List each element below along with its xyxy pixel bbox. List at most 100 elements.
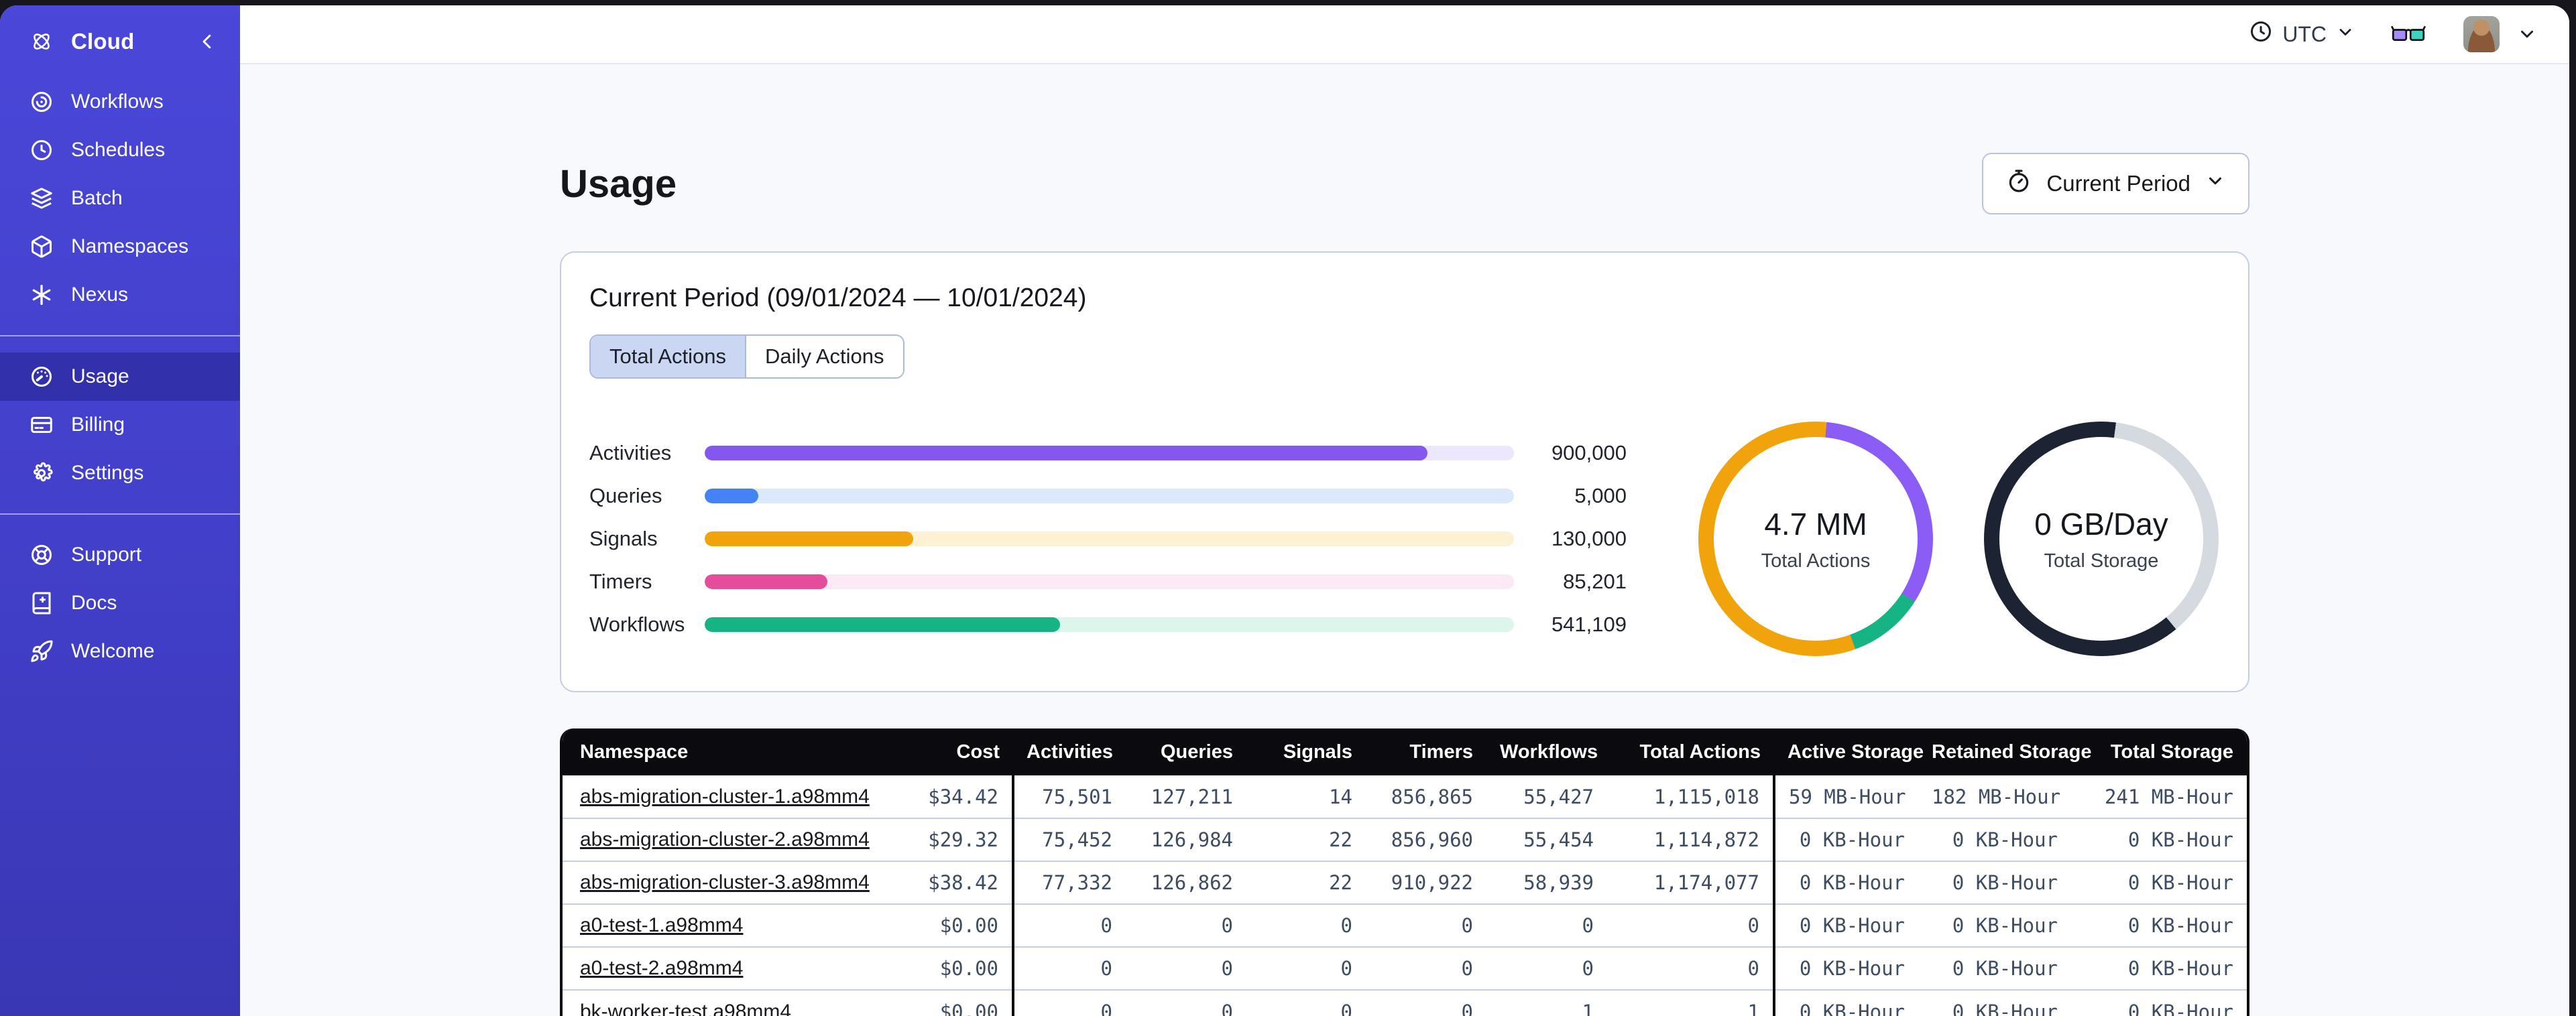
timezone-selector[interactable]: UTC — [2249, 19, 2355, 49]
tab-total-actions[interactable]: Total Actions — [591, 336, 746, 377]
cost-cell: $0.00 — [888, 903, 1013, 947]
donut-value: 0 GB/Day — [2034, 506, 2168, 542]
namespace-link[interactable]: bk-worker-test.a98mm4 — [580, 1001, 791, 1016]
active-storage-cell: 0 KB-Hour — [1773, 989, 1918, 1016]
account-menu-chevron-icon[interactable] — [2517, 24, 2537, 44]
namespace-link[interactable]: abs-migration-cluster-2.a98mm4 — [580, 828, 870, 850]
cost-cell: $0.00 — [888, 946, 1013, 990]
col-workflows: Workflows — [1486, 728, 1607, 775]
schedules-icon — [30, 138, 54, 162]
workflows-cell: 0 — [1486, 903, 1607, 947]
sidebar-item-nexus[interactable]: Nexus — [0, 271, 240, 319]
namespace-cell: a0-test-2.a98mm4 — [563, 946, 888, 990]
namespace-cell: abs-migration-cluster-1.a98mm4 — [563, 775, 888, 818]
activities-cell: 75,501 — [1012, 775, 1126, 818]
tab-daily-actions[interactable]: Daily Actions — [745, 336, 903, 377]
support-lifebuoy-icon — [30, 543, 54, 567]
settings-gear-icon — [30, 461, 54, 485]
namespace-link[interactable]: a0-test-2.a98mm4 — [580, 957, 743, 979]
total-storage-cell: 0 KB-Hour — [2071, 989, 2247, 1016]
donut-charts: 4.7 MM Total Actions 0 GB/Day Total Stor… — [1698, 422, 2219, 656]
total-actions-donut: 4.7 MM Total Actions — [1698, 422, 1933, 656]
brand-row: Cloud — [0, 5, 240, 78]
total-storage-cell: 0 KB-Hour — [2071, 818, 2247, 861]
sidebar-item-label: Nexus — [71, 283, 129, 306]
sidebar-item-docs[interactable]: Docs — [0, 579, 240, 627]
clock-icon — [2249, 19, 2273, 49]
workflows-cell: 55,454 — [1486, 818, 1607, 861]
sidebar-item-settings[interactable]: Settings — [0, 449, 240, 497]
namespace-link[interactable]: abs-migration-cluster-1.a98mm4 — [580, 785, 870, 808]
billing-card-icon — [30, 413, 54, 437]
queries-cell: 0 — [1126, 989, 1246, 1016]
cost-cell: $38.42 — [888, 861, 1013, 904]
col-namespace: Namespace — [563, 728, 888, 775]
active-storage-cell: 0 KB-Hour — [1773, 903, 1918, 947]
signals-cell: 0 — [1246, 946, 1366, 990]
retained-storage-cell: 0 KB-Hour — [1918, 818, 2071, 861]
labs-3d-glasses-icon[interactable] — [2391, 23, 2426, 45]
cost-cell: $29.32 — [888, 818, 1013, 861]
bar-fill — [705, 574, 828, 589]
temporal-logo-icon — [30, 29, 54, 54]
sidebar-item-label: Billing — [71, 414, 125, 436]
col-signals: Signals — [1246, 728, 1366, 775]
activities-cell: 0 — [1012, 946, 1126, 990]
bar-value: 541,109 — [1551, 613, 1627, 636]
namespace-link[interactable]: abs-migration-cluster-3.a98mm4 — [580, 871, 870, 893]
sidebar-item-schedules[interactable]: Schedules — [0, 126, 240, 174]
signals-cell: 0 — [1246, 989, 1366, 1016]
sidebar-item-label: Welcome — [71, 640, 155, 662]
sidebar-item-batch[interactable]: Batch — [0, 174, 240, 223]
bar-label: Timers — [589, 570, 652, 593]
table-row: abs-migration-cluster-1.a98mm4 $34.42 75… — [563, 775, 2247, 818]
chevron-down-icon — [2336, 22, 2355, 47]
bar-track — [705, 446, 1514, 460]
activities-cell: 77,332 — [1012, 861, 1126, 904]
timers-cell: 910,922 — [1366, 861, 1486, 904]
col-activities: Activities — [1013, 728, 1126, 775]
bar-track — [705, 574, 1514, 589]
bar-row-signals: Signals 130,000 — [589, 517, 1627, 560]
sidebar-item-label: Docs — [71, 592, 117, 614]
period-selector-button[interactable]: Current Period — [1982, 153, 2249, 214]
timers-cell: 0 — [1366, 903, 1486, 947]
bar-label: Activities — [589, 441, 672, 464]
active-storage-cell: 0 KB-Hour — [1773, 861, 1918, 904]
sidebar-item-namespaces[interactable]: Namespaces — [0, 223, 240, 271]
action-type-bar-chart: Activities 900,000 Queries 5,000 Signals — [589, 432, 1627, 646]
sidebar-item-welcome[interactable]: Welcome — [0, 627, 240, 676]
collapse-sidebar-icon[interactable] — [197, 31, 217, 52]
retained-storage-cell: 0 KB-Hour — [1918, 861, 2071, 904]
signals-cell: 22 — [1246, 861, 1366, 904]
col-queries: Queries — [1126, 728, 1246, 775]
total-actions-cell: 1,174,077 — [1607, 861, 1774, 904]
workflows-cell: 58,939 — [1486, 861, 1607, 904]
sidebar-item-support[interactable]: Support — [0, 531, 240, 579]
user-avatar[interactable] — [2463, 16, 2500, 52]
batch-layers-icon — [30, 186, 54, 210]
workflows-cell: 55,427 — [1523, 785, 1594, 808]
main-column: UTC Usage Current Period Current Period … — [240, 5, 2569, 1016]
nexus-asterisk-icon — [30, 283, 54, 307]
namespace-link[interactable]: a0-test-1.a98mm4 — [580, 914, 743, 936]
bar-track — [705, 531, 1514, 546]
bar-value: 5,000 — [1574, 484, 1627, 507]
sidebar-item-workflows[interactable]: Workflows — [0, 78, 240, 126]
timers-cell: 0 — [1366, 989, 1486, 1016]
sidebar-item-usage[interactable]: Usage — [0, 353, 240, 401]
period-range-title: Current Period (09/01/2024 — 10/01/2024) — [589, 283, 1087, 312]
sidebar-item-billing[interactable]: Billing — [0, 401, 240, 449]
namespace-usage-table: Namespace Cost Activities Queries Signal… — [560, 728, 2249, 1016]
table-row: abs-migration-cluster-2.a98mm4 $29.32 75… — [563, 818, 2247, 861]
bar-track — [705, 617, 1514, 632]
workflows-cell: 0 — [1486, 946, 1607, 990]
col-total-actions: Total Actions — [1607, 728, 1774, 775]
queries-cell: 126,984 — [1126, 818, 1246, 861]
signals-cell: 0 — [1246, 903, 1366, 947]
signals-cell: 14 — [1329, 785, 1352, 808]
timers-cell: 856,865 — [1391, 785, 1473, 808]
sidebar-item-label: Workflows — [71, 90, 164, 113]
brand-label: Cloud — [71, 29, 135, 54]
total-storage-cell: 241 MB-Hour — [2104, 785, 2233, 808]
